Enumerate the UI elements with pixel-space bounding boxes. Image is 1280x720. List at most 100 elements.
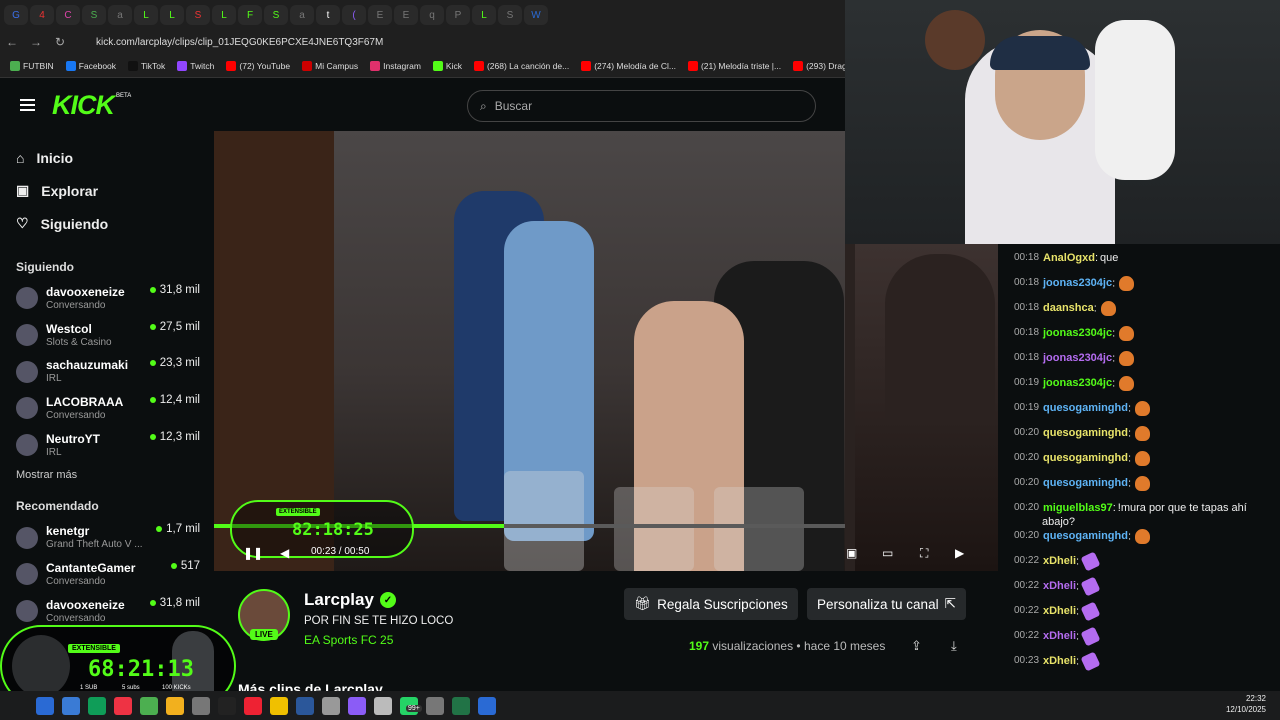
back-icon[interactable]: ← [0, 35, 24, 49]
taskbar-app-icon[interactable] [348, 696, 366, 715]
sidebar-channel[interactable]: LACOBRAAA Conversando 12,4 mil [0, 390, 214, 427]
browser-tab[interactable]: a [290, 5, 314, 25]
menu-icon[interactable] [20, 99, 35, 111]
chat-username[interactable]: xDheli [1043, 630, 1076, 642]
channel-name[interactable]: Larcplay [304, 590, 374, 610]
nav-explorar[interactable]: ▣ Explorar [0, 174, 214, 207]
chat-username[interactable]: quesogaminghd [1043, 452, 1128, 464]
browser-tab[interactable]: L [212, 5, 236, 25]
taskbar-app-icon[interactable] [192, 696, 210, 715]
browser-tab[interactable]: F [238, 5, 262, 25]
sidebar-channel[interactable]: sachauzumaki IRL 23,3 mil [0, 353, 214, 390]
pause-icon[interactable]: ❚❚ [243, 546, 263, 560]
browser-tab[interactable]: E [394, 5, 418, 25]
chat-username[interactable]: joonas2304jc [1043, 352, 1112, 364]
browser-tab[interactable]: P [446, 5, 470, 25]
customize-channel-button[interactable]: Personaliza tu canal ⇱ [807, 588, 966, 620]
taskbar-app-icon[interactable] [426, 696, 444, 715]
taskbar-app-icon[interactable] [374, 696, 392, 715]
taskbar-app-icon[interactable] [62, 696, 80, 715]
bookmark-item[interactable]: (293) Drag [793, 60, 845, 71]
chat-username[interactable]: quesogaminghd [1043, 402, 1128, 414]
taskbar-app-icon[interactable] [114, 696, 132, 715]
url-text[interactable]: kick.com/larcplay/clips/clip_01JEQG0KE6P… [96, 37, 383, 48]
bookmark-item[interactable]: Instagram [370, 60, 421, 71]
theater-icon[interactable]: ▭ [882, 546, 893, 560]
browser-tab[interactable]: ( [342, 5, 366, 25]
browser-tab[interactable]: t [316, 5, 340, 25]
taskbar-app-icon[interactable] [10, 696, 28, 715]
chat-username[interactable]: quesogaminghd [1043, 477, 1128, 489]
kick-logo[interactable]: KICK [52, 90, 115, 121]
taskbar-app-icon[interactable] [270, 696, 288, 715]
browser-tab[interactable]: q [420, 5, 444, 25]
chat-username[interactable]: xDheli [1043, 605, 1076, 617]
play-next-icon[interactable]: ▶ [955, 546, 964, 560]
bookmark-item[interactable]: Kick [432, 60, 462, 71]
browser-tab[interactable]: L [472, 5, 496, 25]
bookmark-item[interactable]: (21) Melodía triste |... [687, 60, 781, 71]
reload-icon[interactable]: ↻ [48, 35, 72, 49]
bookmark-item[interactable]: FUTBIN [10, 60, 54, 71]
sidebar-channel[interactable]: davooxeneize Conversando 31,8 mil [0, 593, 214, 630]
game-link[interactable]: EA Sports FC 25 [304, 633, 393, 647]
chat-username[interactable]: joonas2304jc [1043, 277, 1112, 289]
bookmark-item[interactable]: TikTok [128, 60, 165, 71]
taskbar-app-icon[interactable] [452, 696, 470, 715]
browser-tab[interactable]: S [82, 5, 106, 25]
browser-tab[interactable]: L [160, 5, 184, 25]
bookmark-item[interactable]: (72) YouTube [226, 60, 290, 71]
browser-tab[interactable]: S [264, 5, 288, 25]
sidebar-channel[interactable]: NeutroYT IRL 12,3 mil [0, 427, 214, 464]
browser-tab[interactable]: C [56, 5, 80, 25]
taskbar-app-icon[interactable] [478, 696, 496, 715]
sidebar-channel[interactable]: Westcol Slots & Casino 27,5 mil [0, 317, 214, 354]
taskbar-app-icon[interactable] [140, 696, 158, 715]
taskbar-app-icon[interactable]: 99+ [400, 696, 422, 715]
share-icon[interactable]: ⇪ [911, 638, 922, 654]
chat-username[interactable]: joonas2304jc [1043, 327, 1112, 339]
show-more-link[interactable]: Mostrar más [0, 469, 214, 481]
bookmark-item[interactable]: Twitch [177, 60, 214, 71]
browser-tab[interactable]: a [108, 5, 132, 25]
chat-username[interactable]: miguelblas97 [1043, 502, 1113, 514]
taskbar-app-icon[interactable] [322, 696, 340, 715]
browser-tab[interactable]: S [498, 5, 522, 25]
sidebar-channel[interactable]: kenetgr Grand Theft Auto V ... 1,7 mil [0, 519, 214, 556]
chat-username[interactable]: xDheli [1043, 580, 1076, 592]
fullscreen-icon[interactable]: ⛶ [920, 546, 928, 561]
chat-username[interactable]: joonas2304jc [1043, 377, 1112, 389]
volume-icon[interactable]: ◀ [280, 546, 289, 560]
sidebar-channel[interactable]: davooxeneize Conversando 31,8 mil [0, 280, 214, 317]
chat-username[interactable]: AnalOgxd [1043, 252, 1095, 264]
forward-icon[interactable]: → [24, 35, 48, 49]
taskbar-app-icon[interactable] [36, 696, 54, 715]
nav-inicio[interactable]: ⌂ Inicio [0, 141, 214, 174]
browser-tab[interactable]: L [134, 5, 158, 25]
search-input[interactable]: ⌕ Buscar [467, 90, 816, 122]
bookmark-item[interactable]: Mi Campus [302, 60, 358, 71]
chat-username[interactable]: daanshca [1043, 302, 1094, 314]
browser-tab[interactable]: W [524, 5, 548, 25]
taskbar-app-icon[interactable] [218, 696, 236, 715]
chat-username[interactable]: xDheli [1043, 655, 1076, 667]
taskbar-app-icon[interactable] [88, 696, 106, 715]
bookmark-item[interactable]: (274) Melodía de Cl... [581, 60, 676, 71]
bookmark-item[interactable]: (268) La canción de... [473, 60, 569, 71]
browser-tab[interactable]: S [186, 5, 210, 25]
bookmark-item[interactable]: Facebook [65, 60, 116, 71]
pip-icon[interactable]: ▣ [846, 546, 857, 560]
nav-siguiendo[interactable]: ♡ Siguiendo [0, 207, 214, 240]
chat-username[interactable]: xDheli [1043, 555, 1076, 567]
gift-subs-button[interactable]: 🎁︎ Regala Suscripciones [624, 588, 798, 620]
sidebar-channel[interactable]: CantanteGamer Conversando 517 [0, 556, 214, 593]
taskbar-app-icon[interactable] [166, 696, 184, 715]
browser-tab[interactable]: 4 [30, 5, 54, 25]
browser-tab[interactable]: G [4, 5, 28, 25]
browser-tab[interactable]: E [368, 5, 392, 25]
chat-username[interactable]: quesogaminghd [1043, 427, 1128, 439]
chat-username[interactable]: quesogaminghd [1043, 530, 1128, 542]
taskbar-app-icon[interactable] [244, 696, 262, 715]
download-icon[interactable]: ⤓ [951, 638, 957, 654]
taskbar-app-icon[interactable] [296, 696, 314, 715]
